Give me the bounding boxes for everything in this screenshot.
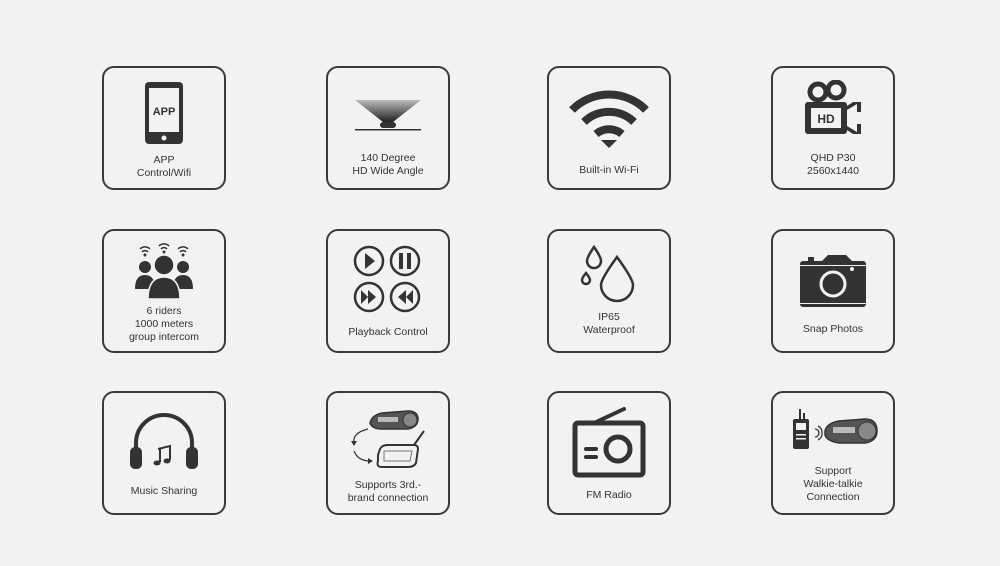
smartphone-app-icon: APP — [104, 82, 224, 144]
feature-tile-playback: Playback Control — [326, 229, 450, 353]
pause-icon — [407, 253, 411, 269]
feature-tile-qhd-video: HD QHD P30 2560x1440 — [771, 66, 895, 190]
intercom-device-icon — [824, 418, 878, 444]
feature-label: APP Control/Wifi — [136, 154, 192, 179]
feature-label: Playback Control — [348, 326, 428, 338]
feature-tile-fm-radio: FM Radio — [547, 391, 671, 515]
device-exchange-icon — [328, 403, 448, 473]
feature-label: Snap Photos — [802, 323, 864, 335]
app-icon-text: APP — [153, 106, 176, 118]
feature-label: IP65 Waterproof — [583, 311, 635, 336]
feature-tile-app-control: APP APP Control/Wifi — [102, 66, 226, 190]
feature-tile-music-sharing: Music Sharing — [102, 391, 226, 515]
third-party-device-icon — [376, 430, 425, 468]
video-camera-hd-icon: HD — [773, 80, 893, 138]
feature-label: 6 riders 1000 meters group intercom — [128, 305, 200, 343]
feature-tile-walkie-talkie: Support Walkie-talkie Connection — [771, 391, 895, 515]
feature-tile-group-intercom: 6 riders 1000 meters group intercom — [102, 229, 226, 353]
feature-label: Music Sharing — [130, 485, 198, 497]
feature-label: 140 Degree HD Wide Angle — [352, 152, 424, 177]
rewind-icon — [398, 290, 406, 304]
hd-icon-text: HD — [817, 112, 835, 126]
feature-tile-snap-photos: Snap Photos — [771, 229, 895, 353]
feature-label: Built-in Wi-Fi — [579, 164, 639, 176]
feature-tile-wifi: Built-in Wi-Fi — [547, 66, 671, 190]
fast-forward-icon — [368, 290, 376, 304]
water-drops-icon — [549, 245, 669, 303]
music-note-icon — [153, 444, 171, 466]
intercom-device-icon — [369, 410, 419, 430]
signal-waves-icon — [814, 425, 823, 441]
playback-controls-icon — [328, 244, 448, 314]
feature-label: Supports 3rd.- brand connection — [347, 479, 429, 504]
play-icon — [365, 253, 375, 269]
walkie-talkie-icon — [773, 407, 893, 453]
feature-label: FM Radio — [586, 489, 632, 501]
camera-icon — [773, 255, 893, 307]
feature-label: QHD P30 2560x1440 — [807, 152, 859, 177]
wifi-icon — [549, 90, 669, 150]
feature-label: Support Walkie-talkie Connection — [803, 465, 863, 503]
radio-icon — [549, 407, 669, 479]
feature-tile-wide-angle: 140 Degree HD Wide Angle — [326, 66, 450, 190]
feature-tile-waterproof: IP65 Waterproof — [547, 229, 671, 353]
wide-angle-lens-icon — [328, 98, 448, 134]
headphones-icon — [104, 413, 224, 471]
group-riders-icon — [104, 241, 224, 299]
walkie-talkie-radio-icon — [793, 409, 809, 449]
feature-tile-third-brand: Supports 3rd.- brand connection — [326, 391, 450, 515]
